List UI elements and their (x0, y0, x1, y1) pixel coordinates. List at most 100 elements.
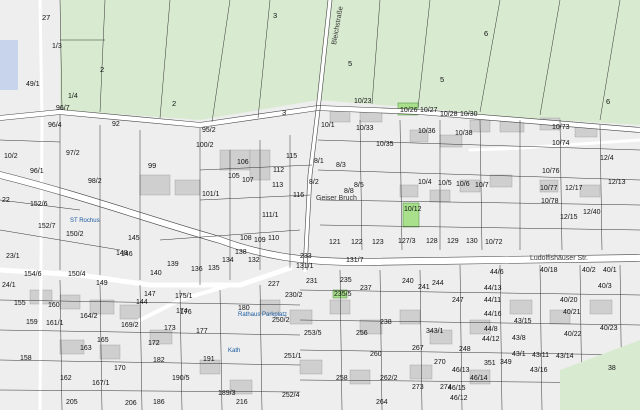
parcel-label: 129 (447, 238, 459, 245)
parcel-label: 131/1 (296, 263, 314, 270)
parcel-label: 167/1 (92, 380, 110, 387)
parcel-label: 1/3 (52, 43, 62, 50)
parcel-label: 40/2 (582, 267, 596, 274)
parcel-label: 43/11 (532, 352, 549, 359)
parcel-label: 159 (26, 319, 38, 326)
parcel-label: 205 (66, 399, 78, 406)
parcel-label: 241 (418, 284, 430, 291)
parcel-label: 140 (150, 270, 162, 277)
parcel-label: 190/5 (172, 375, 190, 382)
parcel-label: 1/4 (68, 93, 78, 100)
parcel-label: 130 (466, 238, 478, 245)
parcel-label: 12/17 (565, 185, 583, 192)
parcel-label: 128 (426, 238, 438, 245)
parcel-label: 40/3 (598, 283, 612, 290)
parcel-label: 191 (203, 356, 215, 363)
parcel-label: 264 (376, 399, 388, 406)
cadastral-map[interactable]: Bleichstraße Geiser Bruch Ludolfishäuser… (0, 0, 640, 410)
parcel-label: 10/2 (4, 153, 18, 160)
parcel-label: 155 (14, 300, 26, 307)
parcel-label: 238 (380, 319, 392, 326)
parcel-label: 10/30 (460, 111, 478, 118)
parcel-label: 150/4 (68, 271, 86, 278)
parcel-label: 23/1 (6, 253, 20, 260)
parcel-label: 162 (60, 375, 72, 382)
parcel-label: 12/15 (560, 214, 578, 221)
parcel-label: 27 (42, 13, 50, 22)
parcel-label: 40/22 (564, 331, 582, 338)
parcel-label: 43/16 (530, 367, 548, 374)
parcel-label: 12/13 (608, 179, 626, 186)
parcel-label: 169/2 (121, 322, 139, 329)
parcel-label: 100/2 (196, 142, 214, 149)
parcel-label: 44/13 (484, 285, 502, 292)
parcel-label: 227 (268, 281, 280, 288)
parcel-label: 3 (282, 108, 286, 117)
parcel-label: 186 (153, 399, 165, 406)
parcel-label: 116 (293, 192, 304, 199)
parcel-label: 244 (432, 280, 444, 287)
parcel-label: 158 (20, 355, 32, 362)
parcel-label: 139 (167, 261, 179, 268)
parcel-label: 343/1 (426, 328, 444, 335)
parcel-label: 105 (228, 173, 240, 180)
parcel-label: 111/1 (262, 212, 279, 219)
parcel-label: 230/2 (285, 292, 303, 299)
parcel-label: 235 (340, 277, 352, 284)
parcel-label: 12/40 (583, 209, 601, 216)
parcel-label: 164/2 (80, 313, 98, 320)
parcel-label: 40/1 (603, 267, 617, 274)
parcel-label: 12/4 (600, 155, 614, 162)
parcel-label: 97/2 (66, 150, 80, 157)
parcel-label: 152/7 (38, 223, 56, 230)
parcel-label: 49/1 (26, 81, 40, 88)
parcel-label: 10/76 (542, 168, 560, 175)
parcel-label: 10/28 (440, 111, 458, 118)
parcel-label: 206 (125, 400, 137, 407)
parcel-label: 44/6 (490, 269, 504, 276)
parcel-label: 44/11 (484, 297, 501, 304)
parcel-label: 248 (459, 346, 471, 353)
parcel-label: 240 (402, 278, 414, 285)
parcel-label: 46/12 (450, 395, 468, 402)
parcel-label: 253/5 (304, 330, 322, 337)
parcel-label: 121 (329, 239, 341, 246)
parcel-label: 96/4 (48, 122, 62, 129)
parcel-label: 252/4 (282, 392, 300, 399)
parcel-label: 10/7 (475, 182, 489, 189)
parcel-label: 147 (144, 291, 156, 298)
parcel-label: 136 (191, 266, 203, 273)
parcel-label: 40/21 (563, 309, 581, 316)
parcel-label: 3 (273, 11, 277, 20)
parcel-label: 154/6 (24, 271, 42, 278)
parcel-label: 176 (180, 309, 192, 316)
parcel-label: 107 (242, 177, 254, 184)
parcel-label: 2 (100, 65, 104, 74)
parcel-label: 6 (484, 29, 488, 38)
parcel-label: 40/23 (600, 325, 618, 332)
parcel-label: 258 (336, 375, 348, 382)
parcel-label: 267 (412, 345, 424, 352)
parcel-label: 43/14 (556, 353, 574, 360)
parcel-label: 44/8 (484, 326, 498, 333)
parcel-label: 149 (96, 280, 108, 287)
parcel-label: 96/7 (56, 105, 70, 112)
parcel-label: 8/8 (344, 188, 354, 195)
parcel-label: 10/4 (418, 179, 432, 186)
parcel-label: 10/77 (540, 185, 558, 192)
parcel-label: 256 (356, 330, 368, 337)
parcel-label: 250/2 (272, 317, 290, 324)
parcel-label: 113 (272, 182, 283, 189)
parcel-label: 43/15 (514, 318, 532, 325)
parcel-label: 109 (254, 237, 266, 244)
parcel-label: 110 (268, 235, 279, 242)
parcel-label: 10/6 (456, 181, 470, 188)
parcel-label: 8/1 (314, 158, 324, 165)
parcel-label: 150/2 (66, 231, 84, 238)
parcel-label: 237 (360, 285, 372, 292)
parcel-label: 10/23 (354, 98, 372, 105)
parcel-label: 40/18 (540, 267, 558, 274)
parcel-label: 10/35 (376, 141, 394, 148)
parcel-label: 10/38 (455, 130, 473, 137)
parcel-label: 160 (48, 302, 60, 309)
